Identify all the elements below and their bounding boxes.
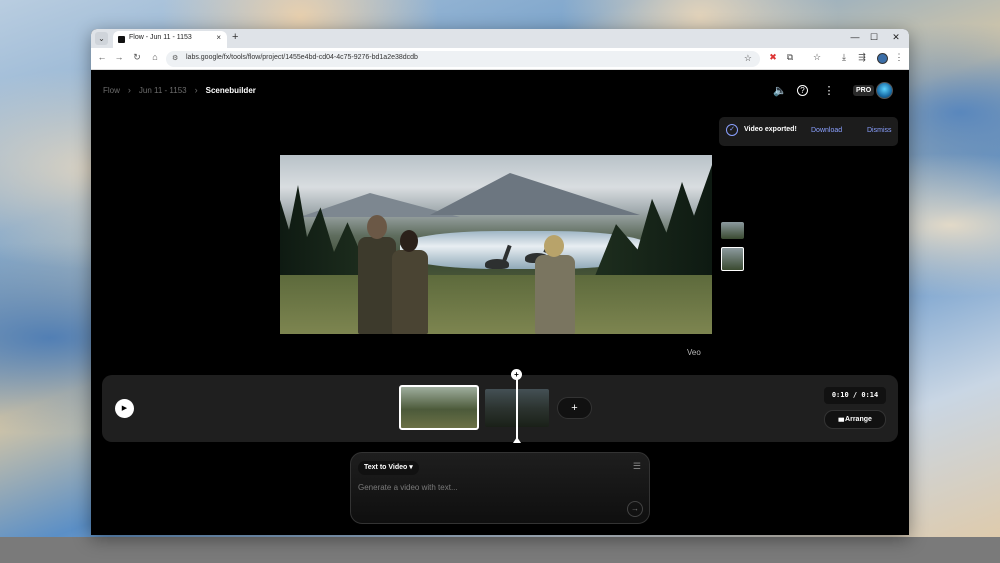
tab-bar: ⌄ Flow - Jun 11 - 1153 × + — ☐ ✕: [91, 29, 909, 48]
grass-field: [280, 275, 712, 334]
downloads-icon[interactable]: ⤓: [838, 52, 850, 63]
scene-thumbnail-selected[interactable]: [721, 247, 744, 271]
speaker-icon[interactable]: 🔈: [773, 84, 787, 97]
check-circle-icon: ✓: [726, 124, 738, 136]
browser-window: ⌄ Flow - Jun 11 - 1153 × + — ☐ ✕ ← → ↻ ⌂…: [91, 29, 909, 535]
tab-flow[interactable]: Flow - Jun 11 - 1153 ×: [113, 31, 227, 48]
dismiss-link[interactable]: Dismiss: [867, 127, 892, 134]
flow-app: Flow › Jun 11 - 1153 › Scenebuilder 🔈 ? …: [91, 71, 909, 535]
prompt-box: Text to Video ▾ ☰ →: [350, 452, 650, 524]
play-button[interactable]: ▶: [115, 399, 134, 418]
mountain-shape: [430, 173, 640, 215]
back-button[interactable]: ←: [96, 52, 108, 62]
tab-search-button[interactable]: ⌄: [95, 32, 108, 45]
bookmarks-icon[interactable]: ☆: [811, 52, 823, 63]
person-figure: [535, 255, 575, 334]
timeline: ▶ + + 0:10 / 0:14 ▮▮▮ Arrange: [102, 369, 898, 443]
minimize-button[interactable]: —: [849, 32, 861, 42]
breadcrumb-project[interactable]: Jun 11 - 1153: [139, 86, 187, 95]
new-tab-button[interactable]: +: [232, 31, 238, 43]
user-avatar[interactable]: [876, 82, 893, 99]
address-bar[interactable]: ⚙ labs.google/fx/tools/flow/project/1455…: [166, 51, 760, 67]
breadcrumb: Flow › Jun 11 - 1153 › Scenebuilder: [103, 85, 256, 95]
settings-icon[interactable]: ☰: [633, 461, 641, 472]
video-preview[interactable]: [280, 155, 712, 334]
person-head: [400, 230, 418, 252]
veo-label: Veo: [687, 348, 701, 357]
playhead[interactable]: [516, 373, 518, 441]
home-button[interactable]: ⌂: [149, 52, 161, 62]
person-figure: [392, 250, 428, 334]
address-toolbar: ← → ↻ ⌂ ⚙ labs.google/fx/tools/flow/proj…: [91, 48, 909, 70]
chevron-right-icon: ›: [194, 85, 198, 95]
mode-label: Text to Video: [364, 464, 408, 471]
timeline-clip-selected[interactable]: [399, 385, 479, 430]
url-text[interactable]: labs.google/fx/tools/flow/project/1455e4…: [186, 54, 418, 61]
playhead-handle[interactable]: [513, 437, 521, 443]
timecode-display: 0:10 / 0:14: [824, 387, 886, 404]
bookmark-star-icon[interactable]: ☆: [744, 53, 752, 64]
breadcrumb-flow[interactable]: Flow: [103, 86, 120, 95]
add-clip-button[interactable]: +: [557, 397, 592, 419]
extension-icon[interactable]: ✖: [767, 52, 779, 63]
person-head: [544, 235, 564, 257]
taskbar: [0, 537, 1000, 563]
export-toast: ✓ Video exported! Download Dismiss: [719, 117, 898, 146]
browser-menu-icon[interactable]: ⋮: [893, 52, 905, 63]
prompt-input[interactable]: [358, 481, 618, 493]
chevron-down-icon: ▾: [409, 464, 413, 471]
toast-message: Video exported!: [744, 126, 797, 133]
flow-favicon-icon: [118, 36, 125, 43]
reload-button[interactable]: ↻: [131, 52, 143, 63]
arrange-label: Arrange: [845, 416, 872, 423]
page-title: Scenebuilder: [205, 85, 256, 95]
help-icon[interactable]: ?: [797, 85, 808, 96]
pro-badge: PRO: [853, 85, 875, 96]
browser-profile-avatar[interactable]: [877, 53, 888, 64]
forward-button[interactable]: →: [113, 52, 125, 62]
mode-dropdown[interactable]: Text to Video ▾: [358, 461, 419, 475]
person-figure: [358, 237, 396, 334]
scene-thumbnail[interactable]: [721, 222, 744, 239]
tab-close-icon[interactable]: ×: [216, 33, 221, 42]
arrange-icon: ▮▮▮: [838, 417, 844, 423]
send-button[interactable]: →: [627, 501, 643, 517]
playhead-add-icon[interactable]: +: [511, 369, 522, 380]
close-window-button[interactable]: ✕: [890, 32, 902, 43]
arrange-button[interactable]: ▮▮▮ Arrange: [824, 410, 886, 429]
maximize-button[interactable]: ☐: [868, 32, 880, 43]
download-link[interactable]: Download: [811, 127, 842, 134]
chevron-right-icon: ›: [127, 85, 131, 95]
person-head: [367, 215, 387, 239]
cast-icon[interactable]: ⇶: [856, 52, 868, 63]
tab-title: Flow - Jun 11 - 1153: [129, 34, 192, 41]
extensions-puzzle-icon[interactable]: ⧉: [784, 52, 796, 63]
site-info-icon[interactable]: ⚙: [172, 54, 178, 62]
more-options-icon[interactable]: ⋮: [822, 84, 836, 97]
